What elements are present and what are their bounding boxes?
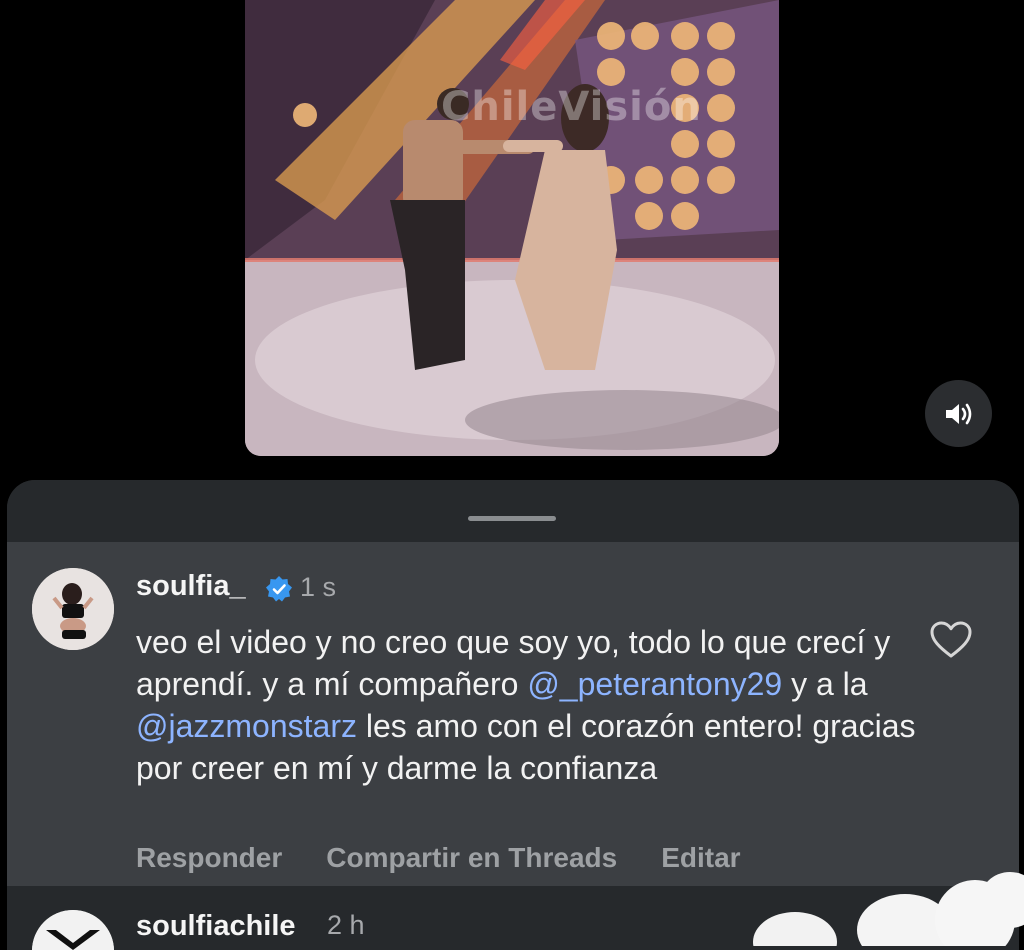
avatar-image (32, 910, 114, 950)
comment-text-part: y a la (782, 666, 868, 702)
sound-toggle-button[interactable] (925, 380, 992, 447)
comment-username[interactable]: soulfiachile (136, 910, 296, 943)
watermark-text: ChileVisión (441, 84, 702, 130)
share-threads-button[interactable]: Compartir en Threads (326, 842, 617, 874)
video-player[interactable]: ChileVisión (245, 0, 779, 456)
comment-item[interactable]: soulfia_ 1 s veo el video y no creo que … (7, 542, 1019, 886)
reply-button[interactable]: Responder (136, 842, 282, 874)
sheet-header (7, 480, 1019, 542)
speaker-icon (945, 403, 971, 424)
comment-username[interactable]: soulfia_ (136, 570, 246, 603)
mention-link[interactable]: @_peterantony29 (527, 666, 782, 702)
heart-outline-icon[interactable] (929, 620, 973, 660)
avatar-image (32, 568, 114, 650)
floating-hearts-icon (753, 872, 1024, 946)
avatar[interactable] (32, 568, 114, 650)
video-frame-image (245, 0, 779, 456)
edit-button[interactable]: Editar (661, 842, 740, 874)
comment-actions: Responder Compartir en Threads Editar (136, 842, 741, 874)
drag-handle[interactable] (468, 516, 556, 521)
comment-time: 1 s (300, 572, 337, 602)
verified-badge-icon (266, 576, 292, 602)
avatar[interactable] (32, 910, 114, 950)
comment-text: veo el video y no creo que soy yo, todo … (136, 621, 916, 789)
mention-link[interactable]: @jazzmonstarz (136, 708, 357, 744)
comment-time: 2 h (327, 910, 365, 940)
